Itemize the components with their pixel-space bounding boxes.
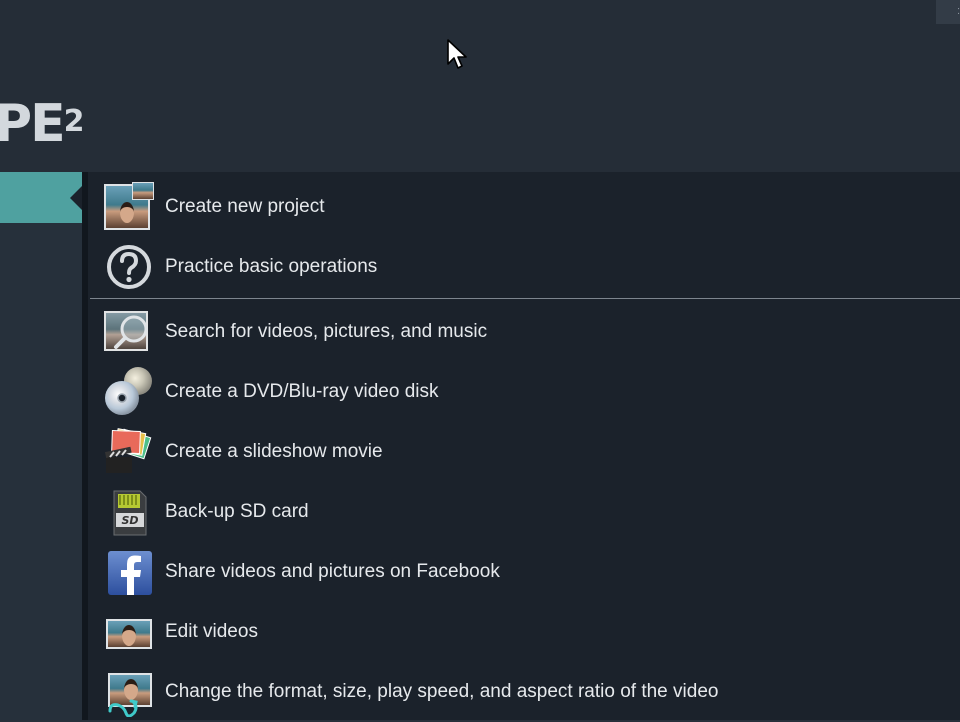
menu-item-create-new-project[interactable]: Create new project <box>104 177 954 237</box>
menu-item-label: Create a DVD/Blu-ray video disk <box>165 381 439 402</box>
slideshow-icon <box>104 427 154 477</box>
menu-item-edit-videos[interactable]: Edit videos <box>104 602 954 662</box>
menu-item-label: Share videos and pictures on Facebook <box>165 561 500 582</box>
menu-item-search-media[interactable]: Search for videos, pictures, and music <box>104 302 954 362</box>
facebook-icon <box>104 547 154 597</box>
search-media-icon <box>104 307 154 357</box>
disc-icon <box>104 367 154 417</box>
app-logo: PE2 <box>0 94 85 154</box>
menu-item-label: Practice basic operations <box>165 256 378 277</box>
menu-item-backup-sd-card[interactable]: SD Back-up SD card <box>104 482 954 542</box>
menu-item-share-facebook[interactable]: Share videos and pictures on Facebook <box>104 542 954 602</box>
menu-item-create-slideshow[interactable]: Create a slideshow movie <box>104 422 954 482</box>
mouse-cursor-icon <box>447 39 467 69</box>
menu-item-label: Edit videos <box>165 621 258 642</box>
menu-item-label: Back-up SD card <box>165 501 309 522</box>
svg-text:SD: SD <box>121 514 138 527</box>
tab-pointer <box>70 186 82 210</box>
sd-card-icon: SD <box>104 487 154 537</box>
edit-video-icon <box>104 607 154 657</box>
menu-item-practice-basic-operations[interactable]: Practice basic operations <box>104 237 954 297</box>
menu-item-change-format[interactable]: Change the format, size, play speed, and… <box>104 662 954 722</box>
corner-button[interactable]: : <box>936 0 960 24</box>
app-header <box>0 0 960 172</box>
menu-item-create-disc[interactable]: Create a DVD/Blu-ray video disk <box>104 362 954 422</box>
question-mark-icon <box>104 242 154 292</box>
menu-item-label: Search for videos, pictures, and music <box>165 321 488 342</box>
new-project-icon <box>104 182 154 232</box>
menu-divider <box>90 298 960 299</box>
convert-video-icon <box>104 667 154 717</box>
menu-item-label: Change the format, size, play speed, and… <box>165 681 719 702</box>
menu-item-label: Create a slideshow movie <box>165 441 383 462</box>
menu-item-label: Create new project <box>165 196 325 217</box>
left-panel <box>0 172 82 720</box>
